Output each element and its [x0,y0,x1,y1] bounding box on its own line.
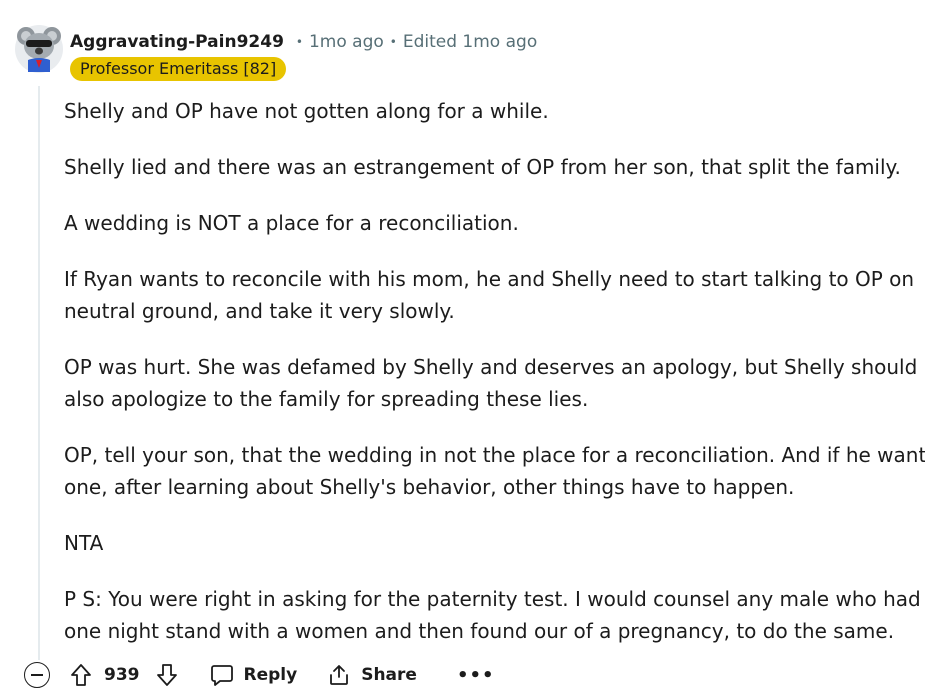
comment-actions: 939 Reply Share ••• [24,656,494,694]
comment-paragraph: OP was hurt. She was defamed by Shelly a… [64,355,918,379]
downvote-button[interactable] [154,662,180,688]
avatar[interactable] [14,22,64,74]
comment-paragraph: one, after learning about Shelly's behav… [64,475,795,499]
comment-paragraph: Shelly lied and there was an estrangemen… [64,155,901,179]
comment-paragraph: Shelly and OP have not gotten along for … [64,99,549,123]
comment-paragraph: NTA [64,531,104,555]
thread-line[interactable] [38,86,40,660]
more-options-button[interactable]: ••• [457,665,495,686]
comment-header: Aggravating-Pain9249 • 1mo ago • Edited … [70,30,537,54]
share-icon [330,665,349,685]
share-button[interactable]: Share [327,663,417,687]
speech-bubble-icon [210,665,233,686]
comment-paragraph: If Ryan wants to reconcile with his mom,… [64,267,915,291]
comment-paragraph: A wedding is NOT a place for a reconcili… [64,211,519,235]
comment-body: Shelly and OP have not gotten along for … [64,95,925,671]
upvote-button[interactable] [68,662,94,688]
separator-dot: • [389,35,397,49]
comment-paragraph: also apologize to the family for spreadi… [64,387,589,411]
user-flair: Professor Emeritass [82] [70,57,287,81]
separator-dot: • [295,35,303,49]
reply-label: Reply [243,665,298,685]
comment-paragraph: one night stand with a women and then fo… [64,619,895,643]
reply-button[interactable]: Reply [210,663,298,687]
comment-paragraph: OP, tell your son, that the wedding in n… [64,443,925,467]
arrow-up-icon [71,664,91,686]
collapse-button[interactable] [24,662,50,688]
comment-paragraph: P S: You were right in asking for the pa… [64,587,925,611]
minus-circle-icon [31,674,43,676]
comment-paragraph: neutral ground, and take it very slowly. [64,299,455,323]
timestamp[interactable]: 1mo ago [309,32,384,52]
username-link[interactable]: Aggravating-Pain9249 [70,32,284,52]
share-label: Share [361,665,417,685]
vote-score: 939 [104,665,140,685]
edited-label: Edited 1mo ago [402,32,538,52]
koala-avatar-icon [15,25,63,73]
arrow-down-icon [156,664,177,686]
